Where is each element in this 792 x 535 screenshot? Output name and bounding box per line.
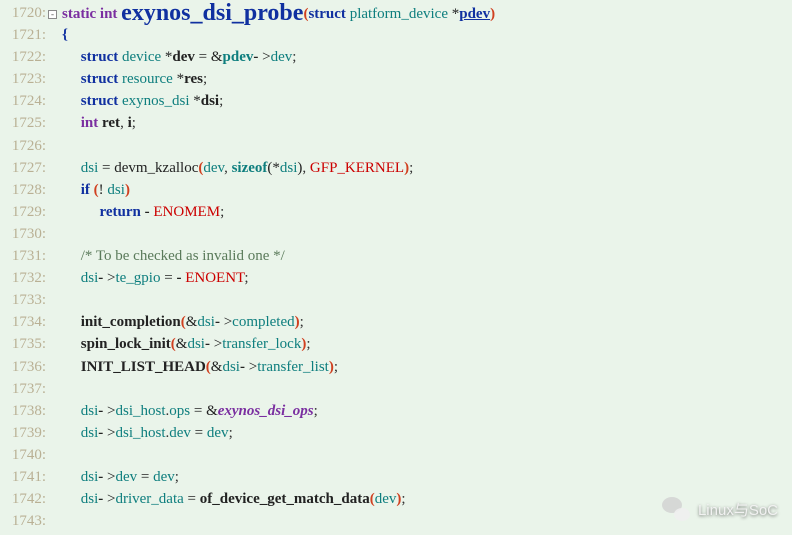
code-line: dsi- >dev = dev; <box>62 466 784 488</box>
line-number: 1737: <box>6 378 46 400</box>
code-line <box>62 378 784 400</box>
line-number: 1726: <box>6 135 46 157</box>
code-line: init_completion(&dsi- >completed); <box>62 311 784 333</box>
wechat-icon <box>662 497 690 521</box>
watermark-text: Linux与SoC <box>698 499 778 520</box>
code-line: { <box>62 24 784 46</box>
line-number: 1740: <box>6 444 46 466</box>
code-line <box>62 289 784 311</box>
line-number: 1731: <box>6 245 46 267</box>
line-number: 1729: <box>6 201 46 223</box>
code-line: return - ENOMEM; <box>62 201 784 223</box>
line-number: 1732: <box>6 267 46 289</box>
code-line: dsi- >dsi_host.dev = dev; <box>62 422 784 444</box>
line-number: 1736: <box>6 356 46 378</box>
line-number: 1739: <box>6 422 46 444</box>
line-number: 1733: <box>6 289 46 311</box>
code-line: struct resource *res; <box>62 68 784 90</box>
line-number: 1734: <box>6 311 46 333</box>
line-number: 1724: <box>6 90 46 112</box>
code-line: /* To be checked as invalid one */ <box>62 245 784 267</box>
line-number: 1725: <box>6 112 46 134</box>
line-number: 1721: <box>6 24 46 46</box>
code-line <box>62 135 784 157</box>
line-number: 1722: <box>6 46 46 68</box>
line-number: 1742: <box>6 488 46 510</box>
line-number: 1735: <box>6 333 46 355</box>
code-line: static int exynos_dsi_probe(struct platf… <box>62 2 784 24</box>
line-number: 1720: <box>6 2 46 24</box>
watermark: Linux与SoC <box>662 497 778 521</box>
code-editor: 1720:1721:1722:1723:1724:1725:1726:1727:… <box>0 0 792 535</box>
code-line: dsi- >dsi_host.ops = &exynos_dsi_ops; <box>62 400 784 422</box>
code-line: INIT_LIST_HEAD(&dsi- >transfer_list); <box>62 356 784 378</box>
line-number: 1727: <box>6 157 46 179</box>
code-line: dsi = devm_kzalloc(dev, sizeof(*dsi), GF… <box>62 157 784 179</box>
fold-column: - <box>48 0 60 535</box>
line-number: 1728: <box>6 179 46 201</box>
line-number: 1743: <box>6 510 46 532</box>
code-line: struct exynos_dsi *dsi; <box>62 90 784 112</box>
line-number: 1723: <box>6 68 46 90</box>
code-line: dsi- >te_gpio = - ENOENT; <box>62 267 784 289</box>
line-number: 1730: <box>6 223 46 245</box>
code-line <box>62 444 784 466</box>
fold-minus-icon[interactable]: - <box>48 10 57 19</box>
line-number: 1738: <box>6 400 46 422</box>
code-line: spin_lock_init(&dsi- >transfer_lock); <box>62 333 784 355</box>
code-area[interactable]: static int exynos_dsi_probe(struct platf… <box>60 0 792 535</box>
code-line: if (! dsi) <box>62 179 784 201</box>
code-line: int ret, i; <box>62 112 784 134</box>
code-line <box>62 223 784 245</box>
line-number: 1741: <box>6 466 46 488</box>
code-line: struct device *dev = &pdev- >dev; <box>62 46 784 68</box>
line-number-gutter: 1720:1721:1722:1723:1724:1725:1726:1727:… <box>0 0 48 535</box>
